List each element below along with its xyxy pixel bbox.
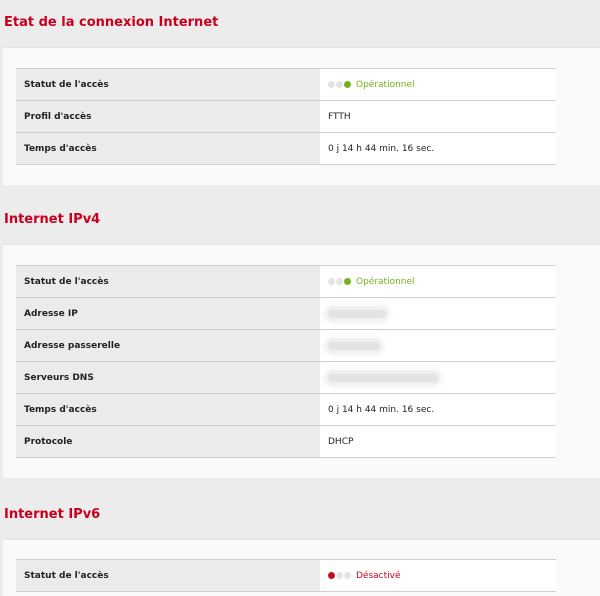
table-connection-status: Statut de l'accès Opérationnel Profil d'… xyxy=(16,68,556,165)
section-title-ipv4: Internet IPv4 xyxy=(4,212,101,227)
table-row: Serveurs DNS xyxy=(16,362,556,394)
green-dot-icon xyxy=(344,278,351,285)
section-title-connection-status: Etat de la connexion Internet xyxy=(4,15,219,30)
table-row: Temps d'accès 0 j 14 h 44 min. 16 sec. xyxy=(16,133,556,165)
inactive-dot-icon xyxy=(336,81,343,88)
table-row: Adresse passerelle xyxy=(16,330,556,362)
section-title-ipv6: Internet IPv6 xyxy=(4,507,101,522)
table-ipv6: Statut de l'accès Désactivé xyxy=(16,559,556,592)
inactive-dot-icon xyxy=(336,572,343,579)
table-row: Adresse IP xyxy=(16,298,556,330)
redacted-ip-address xyxy=(328,309,386,318)
table-row: Protocole DHCP xyxy=(16,426,556,458)
row-label: Statut de l'accès xyxy=(16,266,320,297)
inactive-dot-icon xyxy=(344,572,351,579)
table-row: Statut de l'accès Opérationnel xyxy=(16,69,556,101)
access-status-indicator: Opérationnel xyxy=(328,80,415,90)
status-text: Opérationnel xyxy=(356,276,415,287)
row-value: Opérationnel xyxy=(320,266,556,297)
table-row: Profil d'accès FTTH xyxy=(16,101,556,133)
row-label: Serveurs DNS xyxy=(16,362,320,393)
redacted-dns-servers xyxy=(328,373,438,382)
row-value: 0 j 14 h 44 min. 16 sec. xyxy=(320,394,556,425)
row-label: Temps d'accès xyxy=(16,394,320,425)
green-dot-icon xyxy=(344,81,351,88)
table-ipv4: Statut de l'accès Opérationnel Adresse I… xyxy=(16,265,556,458)
row-value: FTTH xyxy=(320,101,556,132)
red-dot-icon xyxy=(328,572,335,579)
inactive-dot-icon xyxy=(328,278,335,285)
row-label: Protocole xyxy=(16,426,320,457)
row-value: Désactivé xyxy=(320,560,556,591)
redacted-gateway-address xyxy=(328,341,380,350)
access-status-indicator: Opérationnel xyxy=(328,277,415,287)
inactive-dot-icon xyxy=(336,278,343,285)
status-text: Opérationnel xyxy=(356,79,415,90)
row-label: Statut de l'accès xyxy=(16,560,320,591)
access-status-indicator: Désactivé xyxy=(328,571,401,581)
row-label: Adresse IP xyxy=(16,298,320,329)
row-label: Profil d'accès xyxy=(16,101,320,132)
status-text: Désactivé xyxy=(356,570,401,581)
inactive-dot-icon xyxy=(328,81,335,88)
row-value xyxy=(320,362,556,393)
row-label: Statut de l'accès xyxy=(16,69,320,100)
table-row: Statut de l'accès Opérationnel xyxy=(16,266,556,298)
row-value xyxy=(320,298,556,329)
row-value: Opérationnel xyxy=(320,69,556,100)
page: Etat de la connexion Internet Statut de … xyxy=(0,0,600,596)
row-value xyxy=(320,330,556,361)
row-label: Adresse passerelle xyxy=(16,330,320,361)
row-value: 0 j 14 h 44 min. 16 sec. xyxy=(320,133,556,164)
table-row: Temps d'accès 0 j 14 h 44 min. 16 sec. xyxy=(16,394,556,426)
row-value: DHCP xyxy=(320,426,556,457)
table-row: Statut de l'accès Désactivé xyxy=(16,560,556,592)
row-label: Temps d'accès xyxy=(16,133,320,164)
